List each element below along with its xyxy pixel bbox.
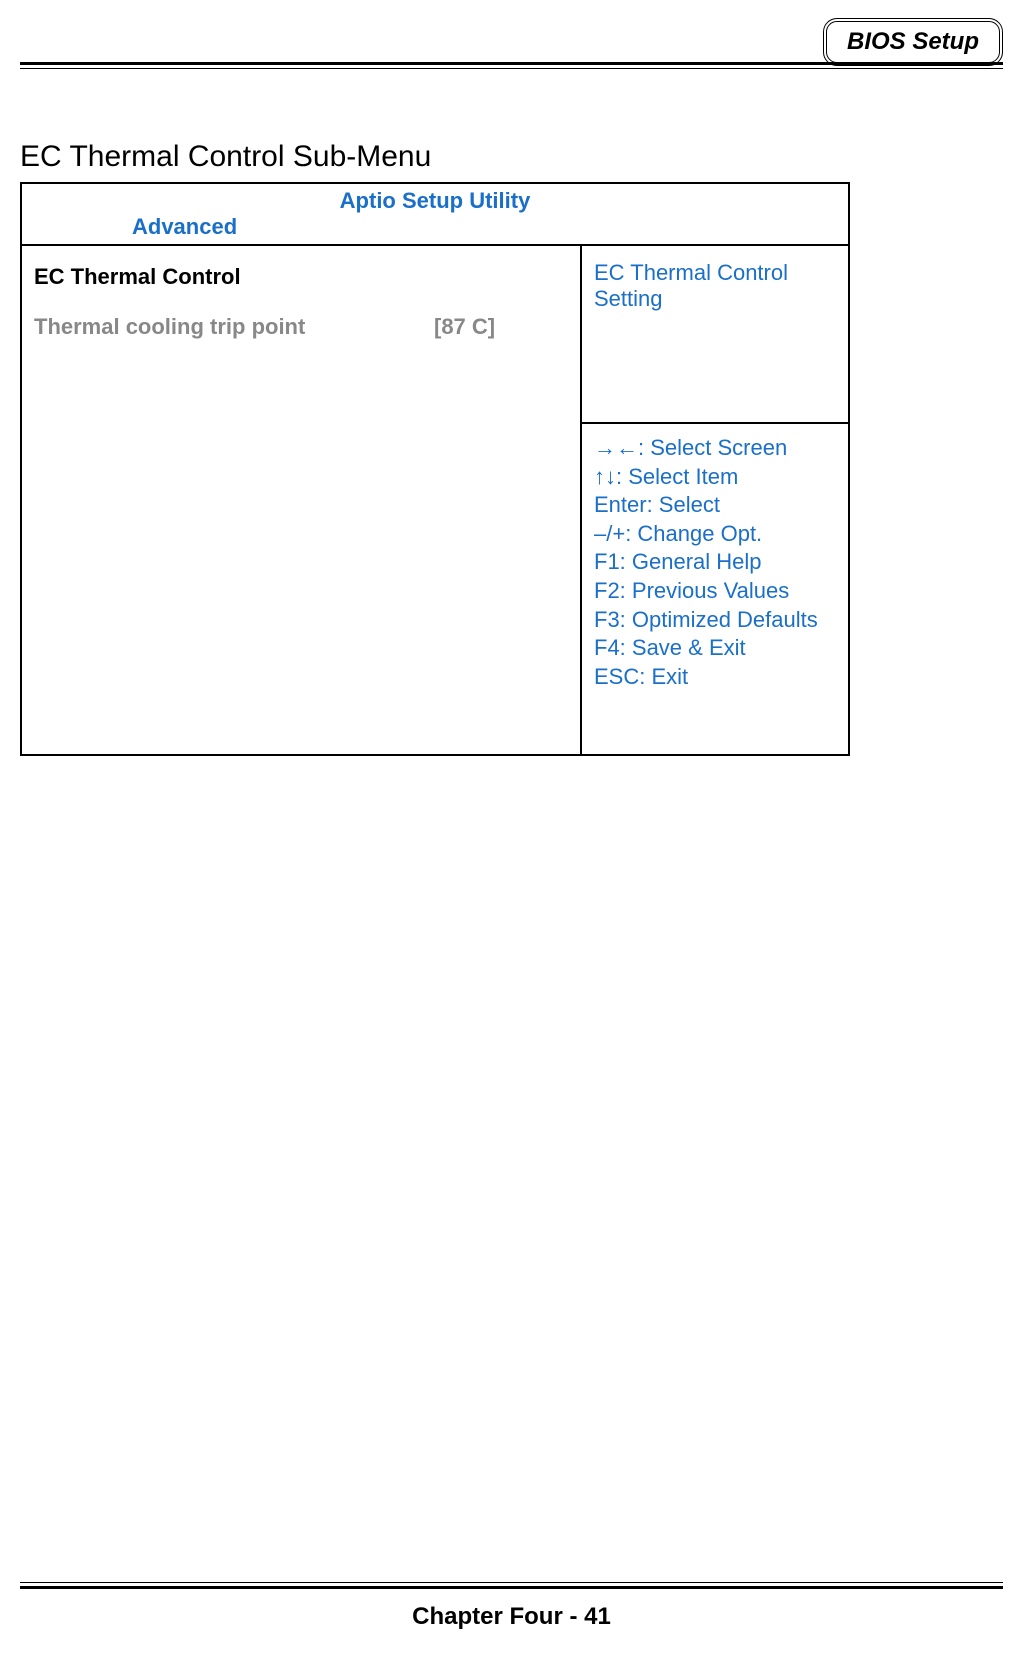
bios-header: Aptio Setup Utility Advanced <box>22 184 848 246</box>
key-hint: →←: Select Screen <box>594 434 836 463</box>
setting-thermal-trip[interactable]: Thermal cooling trip point [87 C] <box>34 314 568 340</box>
key-hint: F2: Previous Values <box>594 577 836 606</box>
key-hint: F1: General Help <box>594 548 836 577</box>
utility-title: Aptio Setup Utility <box>32 188 838 214</box>
header-rule-thick <box>20 62 1003 65</box>
footer-rule-thin <box>20 1582 1003 1583</box>
key-hint: F4: Save & Exit <box>594 634 836 663</box>
header-rule-thin <box>20 68 1003 69</box>
panel-title: EC Thermal Control <box>34 264 568 290</box>
tab-advanced[interactable]: Advanced <box>132 214 237 240</box>
settings-panel: EC Thermal Control Thermal cooling trip … <box>22 246 582 754</box>
bios-body: EC Thermal Control Thermal cooling trip … <box>22 246 848 754</box>
help-panel: EC Thermal Control Setting <box>582 246 848 424</box>
key-hint: –/+: Change Opt. <box>594 520 836 549</box>
footer-text: Chapter Four - 41 <box>0 1603 1023 1631</box>
footer-rule-thick <box>20 1586 1003 1589</box>
keys-panel: →←: Select Screen ↑↓: Select Item Enter:… <box>582 424 848 754</box>
section-title: EC Thermal Control Sub-Menu <box>20 140 1003 174</box>
right-panels: EC Thermal Control Setting →←: Select Sc… <box>582 246 848 754</box>
page-content: EC Thermal Control Sub-Menu Aptio Setup … <box>20 140 1003 756</box>
key-hint: ↑↓: Select Item <box>594 463 836 492</box>
setting-label: Thermal cooling trip point <box>34 314 434 340</box>
setting-value: [87 C] <box>434 314 495 340</box>
bios-panel: Aptio Setup Utility Advanced EC Thermal … <box>20 182 850 756</box>
header-badge: BIOS Setup <box>823 18 1003 66</box>
key-hint: Enter: Select <box>594 491 836 520</box>
key-hint: ESC: Exit <box>594 663 836 692</box>
key-hint: F3: Optimized Defaults <box>594 606 836 635</box>
